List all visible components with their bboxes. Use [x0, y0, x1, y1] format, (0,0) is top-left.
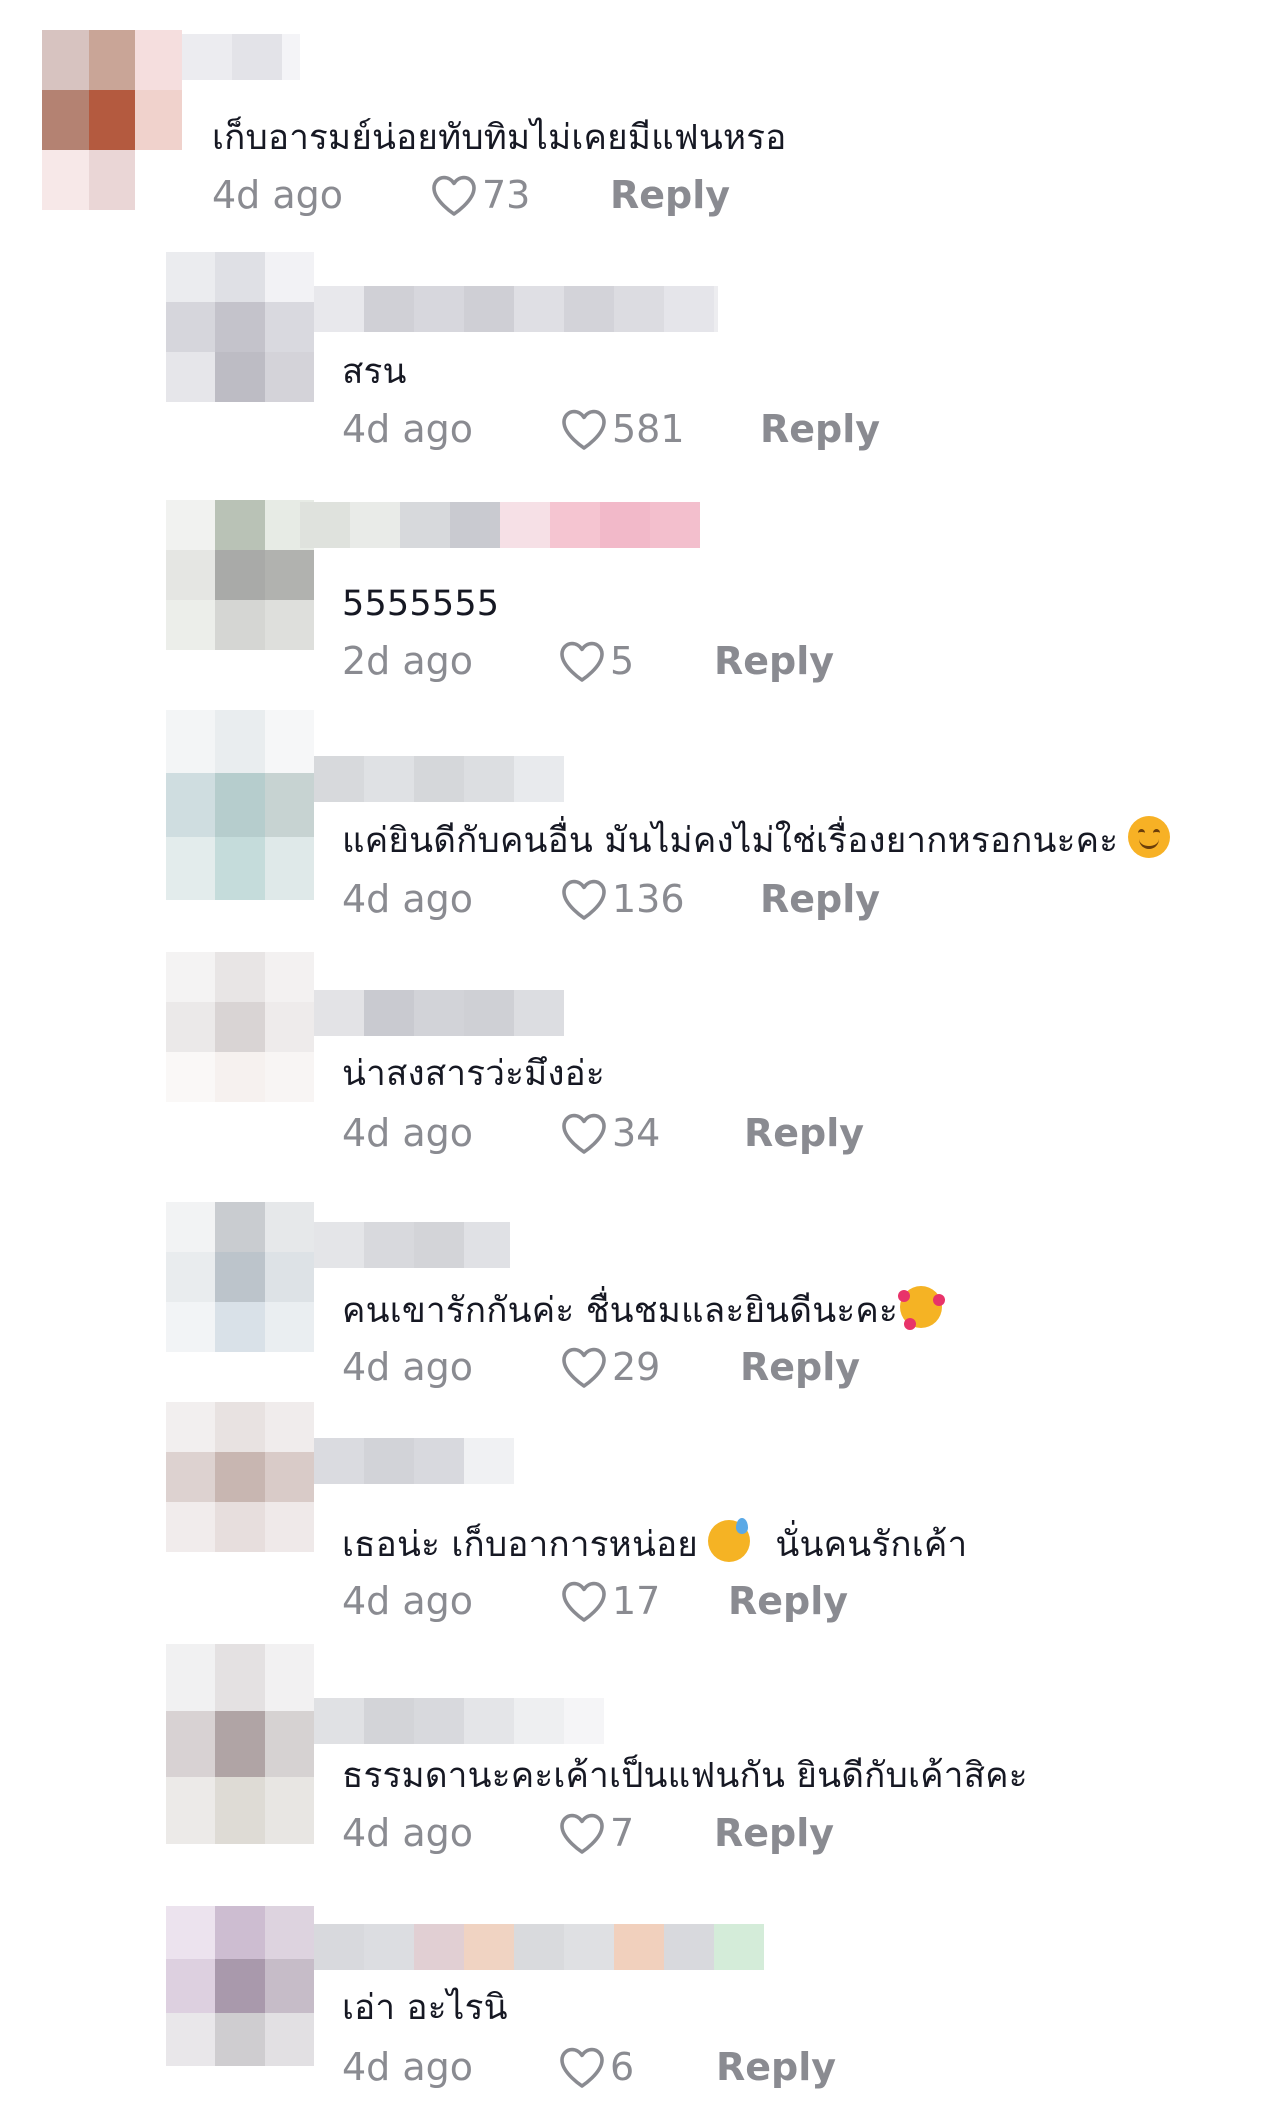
- username-blurred[interactable]: [314, 286, 718, 332]
- heart-icon: [560, 1813, 604, 1854]
- comment-text-content: สรน: [342, 352, 407, 392]
- avatar[interactable]: [166, 1906, 314, 2066]
- comment-text: ธรรมดานะคะเค้าเป็นแฟนกัน ยินดีกับเค้าสิค…: [342, 1754, 1028, 1798]
- username-blurred[interactable]: [314, 756, 576, 802]
- heart-icon: [560, 641, 604, 682]
- heart-icon: [562, 1581, 606, 1622]
- like-count: 17: [612, 1579, 661, 1623]
- avatar[interactable]: [166, 1202, 314, 1352]
- comment-text-content: 5555555: [342, 584, 500, 624]
- comment-date: 4d ago: [342, 1345, 474, 1389]
- avatar[interactable]: [166, 252, 314, 402]
- reply-button[interactable]: Reply: [714, 1806, 834, 1860]
- reply-button[interactable]: Reply: [714, 634, 834, 688]
- comment-text: คนเขารักกันค่ะ ชื่นชมและยินดีนะคะ: [342, 1286, 945, 1333]
- avatar[interactable]: [166, 952, 314, 1102]
- avatar[interactable]: [166, 710, 314, 900]
- comment-date: 4d ago: [342, 407, 474, 451]
- like-button[interactable]: 581: [560, 402, 685, 456]
- comment-text: เก็บอารมย์น่อยทับทิมไม่เคยมีแฟนหรอ: [212, 116, 787, 160]
- comment-date: 4d ago: [342, 1811, 474, 1855]
- comment-text-content: เก็บอารมย์น่อยทับทิมไม่เคยมีแฟนหรอ: [212, 118, 787, 158]
- reply-button[interactable]: Reply: [740, 1340, 860, 1394]
- heart-icon: [562, 1113, 606, 1154]
- reply-button[interactable]: Reply: [728, 1574, 848, 1628]
- like-count: 6: [610, 2045, 635, 2089]
- like-count: 136: [612, 877, 685, 921]
- heart-icon: [562, 879, 606, 920]
- comment-text-content: คนเขารักกันค่ะ ชื่นชมและยินดีนะคะ: [342, 1291, 898, 1331]
- comment-text: เธอน่ะ เก็บอาการหน่อย นั่นคนรักเค้า: [342, 1518, 968, 1567]
- comment-text: สรน: [342, 350, 407, 394]
- like-button[interactable]: 7: [558, 1806, 634, 1860]
- comment-date: 4d ago: [342, 1111, 474, 1155]
- avatar[interactable]: [166, 1644, 314, 1844]
- like-count: 7: [610, 1811, 635, 1855]
- comment-text: แค่ยินดีกับคนอื่น มันไม่คงไม่ใช่เรื่องยา…: [342, 816, 1171, 863]
- like-count: 29: [612, 1345, 661, 1389]
- comment-text: 5555555: [342, 582, 499, 626]
- avatar[interactable]: [166, 1402, 314, 1552]
- grinning-sweat-icon: [708, 1518, 751, 1562]
- comment-text-content: น่าสงสารว่ะมึงอ่ะ: [342, 1054, 605, 1094]
- comment-date: 4d ago: [212, 173, 344, 217]
- comment-text-content: เอ่า อะไรนิ: [342, 1988, 508, 2028]
- reply-button[interactable]: Reply: [610, 168, 730, 222]
- reply-button[interactable]: Reply: [744, 1106, 864, 1160]
- username-blurred[interactable]: [314, 1698, 604, 1744]
- reply-button[interactable]: Reply: [760, 402, 880, 456]
- comment-date: 4d ago: [342, 1579, 474, 1623]
- username-blurred[interactable]: [300, 502, 706, 548]
- like-button[interactable]: 29: [560, 1340, 660, 1394]
- like-button[interactable]: 5: [558, 634, 634, 688]
- like-button[interactable]: 136: [560, 872, 685, 926]
- like-count: 5: [610, 639, 635, 683]
- heart-icon: [560, 2047, 604, 2088]
- comment-text: น่าสงสารว่ะมึงอ่ะ: [342, 1052, 605, 1096]
- reply-button[interactable]: Reply: [716, 2040, 836, 2094]
- comment-date: 4d ago: [342, 877, 474, 921]
- like-button[interactable]: 73: [430, 168, 530, 222]
- smiling-face-with-hearts-icon: [897, 1286, 945, 1330]
- like-button[interactable]: 34: [560, 1106, 660, 1160]
- like-count: 34: [612, 1111, 661, 1155]
- username-blurred[interactable]: [314, 1222, 510, 1268]
- comment-text: เอ่า อะไรนิ: [342, 1986, 508, 2030]
- username-blurred[interactable]: [314, 990, 592, 1036]
- comment-text-content: แค่ยินดีกับคนอื่น มันไม่คงไม่ใช่เรื่องยา…: [342, 821, 1119, 861]
- avatar[interactable]: [42, 30, 182, 210]
- like-count: 73: [482, 173, 531, 217]
- comment-date: 4d ago: [342, 2045, 474, 2089]
- comment-text-content-after: นั่นคนรักเค้า: [775, 1525, 968, 1565]
- comment-text-content: เธอน่ะ เก็บอาการหน่อย: [342, 1525, 699, 1565]
- heart-icon: [562, 409, 606, 450]
- heart-icon: [432, 175, 476, 216]
- smiling-face-icon: [1128, 816, 1171, 858]
- username-blurred[interactable]: [182, 34, 300, 80]
- like-count: 581: [612, 407, 685, 451]
- avatar[interactable]: [166, 500, 314, 650]
- comment-date: 2d ago: [342, 639, 474, 683]
- comment-text-content: ธรรมดานะคะเค้าเป็นแฟนกัน ยินดีกับเค้าสิค…: [342, 1756, 1028, 1796]
- username-blurred[interactable]: [314, 1438, 528, 1484]
- heart-icon: [562, 1347, 606, 1388]
- like-button[interactable]: 6: [558, 2040, 634, 2094]
- like-button[interactable]: 17: [560, 1574, 660, 1628]
- reply-button[interactable]: Reply: [760, 872, 880, 926]
- username-blurred[interactable]: [314, 1924, 834, 1970]
